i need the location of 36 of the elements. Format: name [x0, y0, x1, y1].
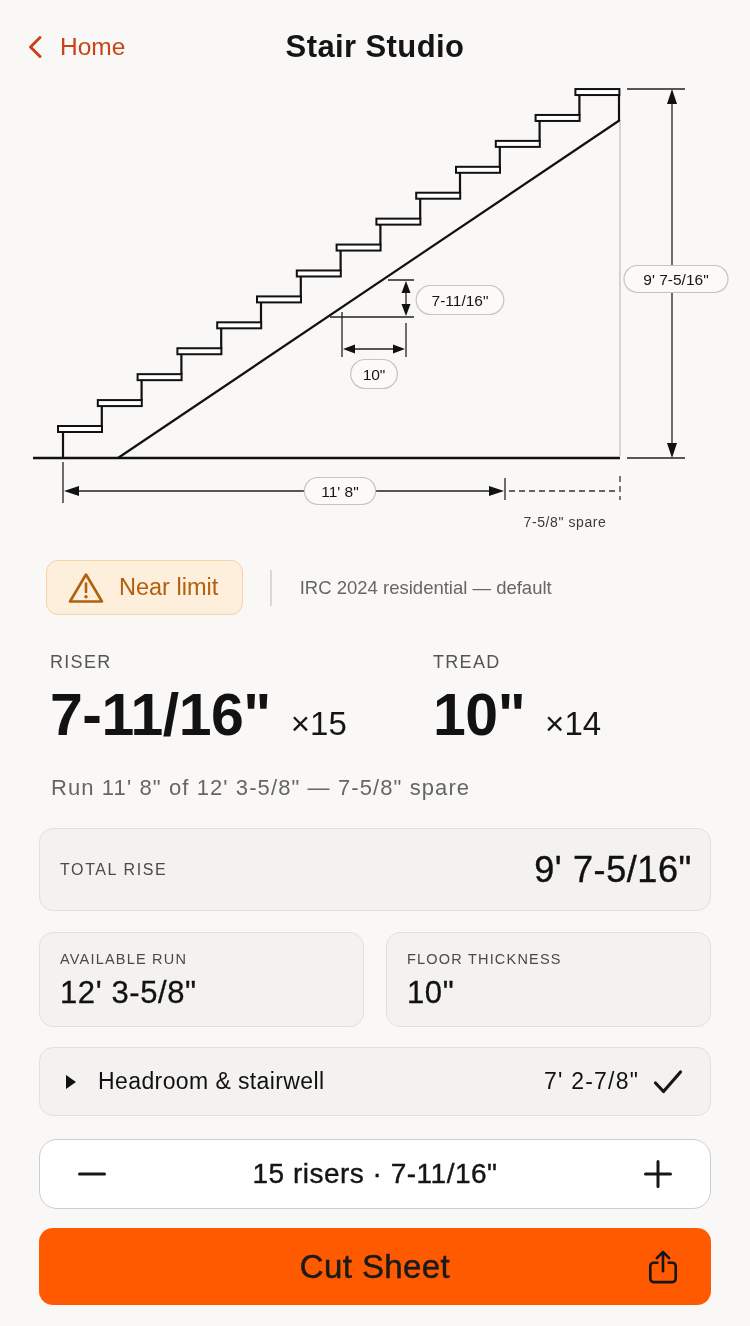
spare-label: 7-5/8" spare	[523, 514, 607, 530]
headroom-value: 7' 2-7/8"	[544, 1068, 639, 1095]
dimension-label: 11' 8"	[303, 476, 377, 506]
field-label: AVAILABLE RUN	[60, 950, 188, 968]
cut-sheet-button[interactable]: Cut Sheet	[39, 1228, 711, 1305]
warning-icon	[68, 571, 104, 604]
measurement-field[interactable]: TOTAL RISE 9' 7-5/16"	[39, 828, 711, 911]
field-value: 12' 3-5/8"	[60, 976, 197, 1010]
run-summary: Run 11' 8" of 12' 3-5/8" — 7-5/8" spare	[51, 776, 471, 800]
result-label: TREAD	[433, 651, 501, 673]
field-label: TOTAL RISE	[60, 860, 168, 879]
screen-title: Stair Studio	[285, 29, 465, 65]
stepper-value: 15 risers · 7-11/16"	[252, 1158, 498, 1190]
back-button[interactable]: Home	[25, 29, 128, 65]
chevron-left-icon	[27, 35, 43, 59]
field-label: FLOOR THICKNESS	[407, 950, 562, 968]
headroom-label: Headroom & stairwell	[98, 1068, 326, 1095]
status-label: Near limit	[119, 574, 219, 601]
result-value: 10"	[433, 681, 526, 749]
plus-icon	[644, 1160, 672, 1188]
measurement-field[interactable]: AVAILABLE RUN 12' 3-5/8"	[39, 932, 364, 1027]
code-standard-text: IRC 2024 residential — default	[299, 576, 552, 599]
dimension-label: 9' 7-5/16"	[623, 264, 729, 294]
minus-icon	[78, 1172, 106, 1176]
result-count: ×15	[290, 705, 347, 743]
headroom-disclosure[interactable]: Headroom & stairwell 7' 2-7/8"	[39, 1047, 711, 1116]
share-icon	[647, 1248, 679, 1285]
field-value: 9' 7-5/16"	[534, 848, 692, 891]
tread-dimension-arrow	[341, 311, 407, 358]
field-value: 10"	[407, 976, 455, 1010]
result-count: ×14	[545, 705, 602, 743]
result-value: 7-11/16"	[50, 681, 271, 749]
dimension-label: 10"	[350, 358, 398, 390]
result-label: RISER	[50, 651, 112, 673]
measurement-field[interactable]: FLOOR THICKNESS 10"	[386, 932, 711, 1027]
dimension-label: 7-11/16"	[415, 284, 505, 316]
